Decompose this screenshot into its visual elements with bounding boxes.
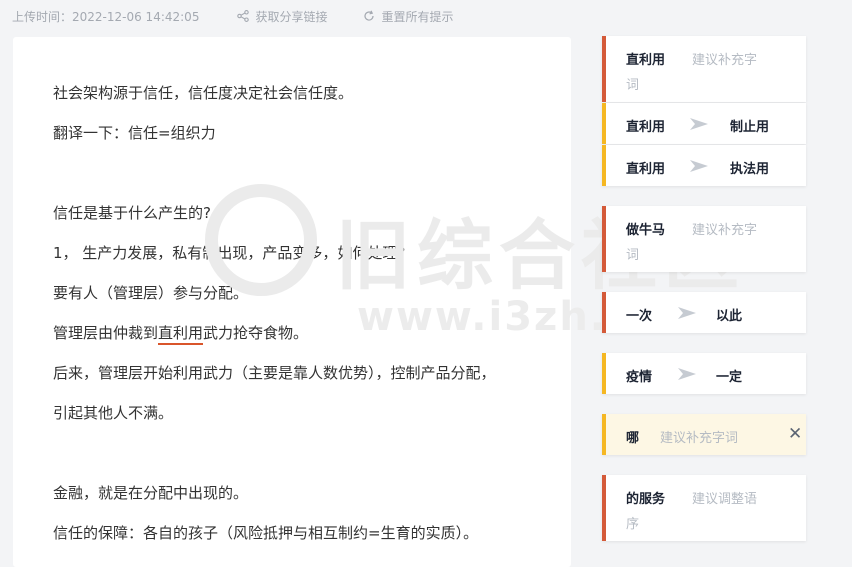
close-icon[interactable]: ✕ bbox=[788, 426, 802, 443]
share-icon bbox=[237, 10, 250, 22]
upload-time: 上传时间：2022-12-06 14:42:05 bbox=[12, 9, 200, 24]
suggestion-card[interactable]: 疫情 一定 bbox=[602, 353, 806, 394]
doc-line-with-mark: 管理层由仲裁到直利用武力抢夺食物。 bbox=[53, 323, 553, 363]
suggestion-card[interactable]: 的服务 建议调整语 序 bbox=[602, 475, 806, 541]
doc-line: 后来，管理层开始利用武力（主要是靠人数优势），控制产品分配， bbox=[53, 364, 496, 382]
arrow-right-icon bbox=[678, 368, 696, 380]
arrow-right-icon bbox=[690, 160, 708, 172]
document-panel[interactable]: 社会架构源于信任，信任度决定社会信任度。 翻译一下：信任=组织力 信任是基于什么… bbox=[13, 37, 571, 567]
suggestion-card-active[interactable]: 哪 建议补充字词 ✕ bbox=[602, 414, 806, 455]
arrow-right-icon bbox=[690, 118, 708, 130]
document-body[interactable]: 社会架构源于信任，信任度决定社会信任度。 翻译一下：信任=组织力 信任是基于什么… bbox=[53, 83, 553, 563]
suggestion-original: 的服务 bbox=[626, 492, 666, 507]
suggestion-hint-cont: 词 bbox=[626, 248, 640, 263]
suggestion-hint: 建议调整语 bbox=[692, 492, 758, 507]
top-bar: 上传时间：2022-12-06 14:42:05 获取分享链接 重置所有提示 bbox=[12, 6, 489, 26]
refresh-icon bbox=[364, 10, 375, 21]
suggestion-replacement[interactable]: 一定 bbox=[716, 366, 742, 385]
doc-line: 翻译一下：信任=组织力 bbox=[53, 124, 216, 142]
reset-hints-button[interactable]: 重置所有提示 bbox=[363, 8, 453, 25]
doc-line: 要有人（管理层）参与分配。 bbox=[53, 284, 249, 302]
suggestion-card[interactable]: 直利用 执法用 bbox=[602, 145, 806, 186]
doc-line: 信任是基于什么产生的? bbox=[53, 204, 211, 222]
doc-line: 1， 生产力发展，私有制出现，产品变多，如何处理? bbox=[53, 244, 406, 262]
suggestion-hint: 建议补充字词 bbox=[660, 431, 739, 446]
suggestion-replacement[interactable]: 制止用 bbox=[730, 116, 769, 135]
marked-word[interactable]: 直利用 bbox=[158, 324, 204, 345]
doc-line: 信任的保障：各自的孩子（风险抵押与相互制约=生育的实质）。 bbox=[53, 524, 479, 542]
suggestion-original: 一次 bbox=[626, 309, 653, 324]
doc-line-blank bbox=[53, 443, 553, 483]
doc-line: 金融，就是在分配中出现的。 bbox=[53, 484, 249, 502]
suggestion-replacement[interactable]: 以此 bbox=[716, 305, 742, 324]
suggestion-hint: 建议补充字 bbox=[692, 53, 758, 68]
suggestion-card[interactable]: 做牛马 建议补充字 词 bbox=[602, 206, 806, 272]
share-link-label: 获取分享链接 bbox=[255, 9, 328, 24]
doc-text: 武力抢夺食物。 bbox=[203, 324, 309, 342]
suggestion-hint-cont: 词 bbox=[626, 78, 640, 93]
suggestion-original: 哪 bbox=[626, 431, 640, 446]
doc-line-blank bbox=[53, 163, 553, 203]
suggestion-card[interactable]: 一次 以此 bbox=[602, 292, 806, 333]
get-share-link-button[interactable]: 获取分享链接 bbox=[237, 8, 327, 25]
suggestion-hint-cont: 序 bbox=[626, 517, 640, 532]
doc-line: 社会架构源于信任，信任度决定社会信任度。 bbox=[53, 84, 354, 102]
suggestion-original: 直利用 bbox=[626, 53, 666, 68]
suggestion-hint: 建议补充字 bbox=[692, 223, 758, 238]
arrow-right-icon bbox=[678, 307, 696, 319]
suggestion-original: 直利用 bbox=[626, 162, 666, 177]
suggestion-replacement[interactable]: 执法用 bbox=[730, 158, 769, 177]
suggestion-card[interactable]: 直利用 制止用 bbox=[602, 103, 806, 144]
suggestion-original: 疫情 bbox=[626, 370, 653, 385]
doc-line: 引起其他人不满。 bbox=[53, 404, 174, 422]
reset-hints-label: 重置所有提示 bbox=[381, 9, 454, 24]
doc-text: 管理层由仲裁到 bbox=[53, 324, 159, 342]
suggestion-card[interactable]: 直利用 建议补充字 词 bbox=[602, 36, 806, 102]
suggestion-original: 做牛马 bbox=[626, 223, 666, 238]
suggestion-original: 直利用 bbox=[626, 120, 666, 135]
